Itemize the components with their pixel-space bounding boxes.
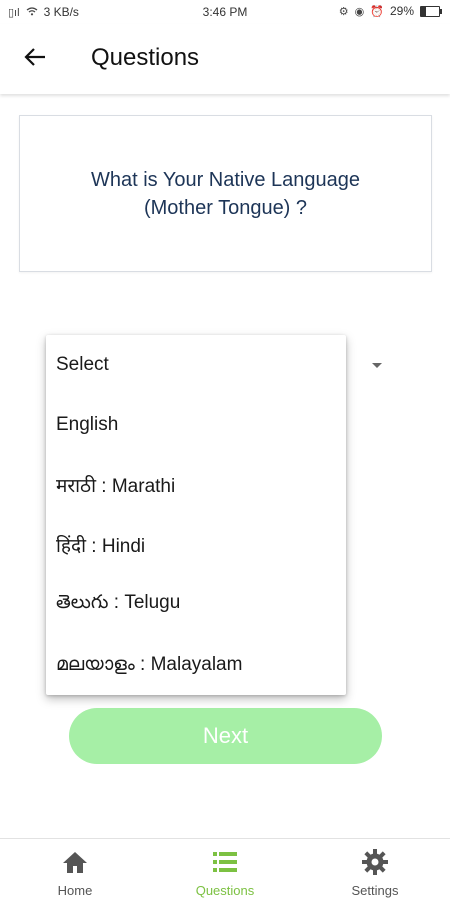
bottom-nav: Home Questions Settings bbox=[0, 838, 450, 901]
option-marathi[interactable]: मराठी : Marathi bbox=[46, 455, 346, 515]
record-icon: ◉ bbox=[354, 5, 365, 18]
nav-settings[interactable]: Settings bbox=[300, 839, 450, 901]
dropdown-arrow-icon bbox=[372, 363, 382, 368]
nav-home[interactable]: Home bbox=[0, 839, 150, 901]
question-text: What is Your Native Language (Mother Ton… bbox=[90, 168, 361, 219]
option-select[interactable]: Select bbox=[46, 335, 346, 395]
status-bar: ▯ıl 3 KB/s 3:46 PM ⚙ ◉ ⏰ 29% bbox=[0, 0, 450, 24]
gear-icon bbox=[362, 849, 388, 875]
option-english[interactable]: English bbox=[46, 395, 346, 455]
app-bar: Questions bbox=[0, 24, 450, 94]
back-button[interactable] bbox=[18, 42, 52, 76]
nav-home-label: Home bbox=[57, 883, 93, 898]
nav-questions[interactable]: Questions bbox=[150, 839, 300, 901]
list-icon bbox=[212, 849, 238, 875]
next-button[interactable]: Next bbox=[69, 708, 382, 764]
nav-settings-label: Settings bbox=[351, 883, 399, 898]
language-dropdown-menu: Select English मराठी : Marathi हिंदी : H… bbox=[46, 335, 346, 695]
option-hindi[interactable]: हिंदी : Hindi bbox=[46, 515, 346, 575]
nav-questions-label: Questions bbox=[195, 883, 255, 898]
battery-percent: 29% bbox=[389, 4, 414, 18]
battery-icon bbox=[420, 5, 442, 17]
option-malayalam[interactable]: മലയാളം : Malayalam bbox=[46, 635, 346, 695]
question-card: What is Your Native Language (Mother Ton… bbox=[19, 115, 432, 272]
notification-icon: ⚙ bbox=[338, 5, 349, 18]
arrow-left-icon bbox=[24, 47, 46, 72]
option-telugu[interactable]: తెలుగు : Telugu bbox=[46, 575, 346, 635]
alarm-icon: ⏰ bbox=[370, 5, 384, 18]
battery-level bbox=[421, 6, 427, 16]
status-right: ⚙ ◉ ⏰ 29% bbox=[338, 4, 442, 18]
page-title: Questions bbox=[91, 44, 200, 71]
home-icon bbox=[62, 849, 88, 875]
